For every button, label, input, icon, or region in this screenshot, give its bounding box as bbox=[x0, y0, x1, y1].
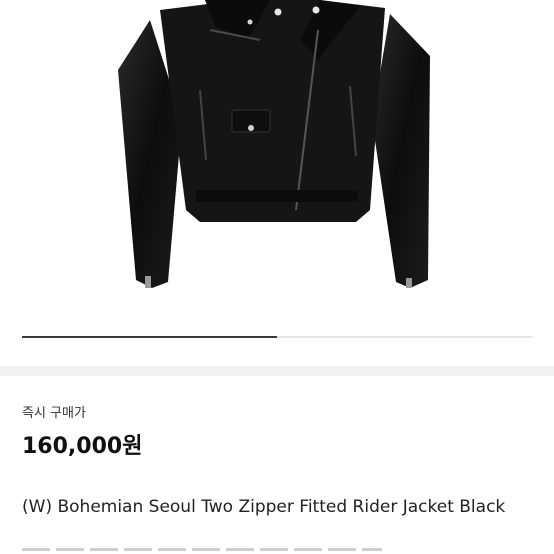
purchase-label: 즉시 구매가 bbox=[22, 406, 86, 421]
product-image[interactable] bbox=[0, 0, 554, 335]
product-price: 160,000원 bbox=[22, 434, 143, 459]
leather-rider-jacket-icon bbox=[118, 0, 430, 288]
product-subtitle-fragment bbox=[22, 548, 382, 551]
product-title: (W) Bohemian Seoul Two Zipper Fitted Rid… bbox=[22, 497, 506, 517]
image-progress-fill bbox=[22, 336, 277, 338]
image-progress-bar bbox=[22, 336, 532, 338]
section-divider bbox=[0, 366, 554, 376]
